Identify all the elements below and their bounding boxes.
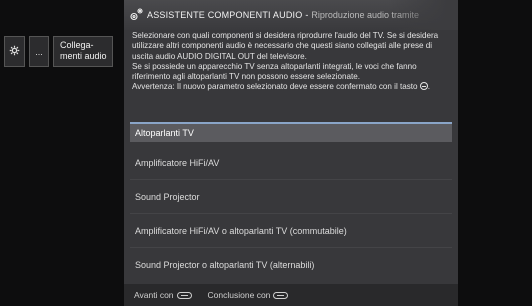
breadcrumb-label: Collega- menti audio <box>60 40 107 62</box>
footer-finish: Conclusione con <box>208 290 289 300</box>
audio-components-icon <box>128 7 144 23</box>
audio-option-list: Altoparlanti TV Amplificatore HiFi/AV So… <box>130 122 452 282</box>
option-hifi-av-amplifier[interactable]: Amplificatore HiFi/AV <box>130 146 452 180</box>
footer-next: Avanti con <box>134 290 192 300</box>
title-separator: - <box>305 10 309 20</box>
option-label: Amplificatore HiFi/AV o altoparlanti TV … <box>135 225 347 236</box>
gear-icon <box>9 43 20 61</box>
dialog-title: ASSISTENTE COMPONENTI AUDIO <box>147 10 303 20</box>
ok-key-icon <box>176 291 192 299</box>
dialog-title-bar: ASSISTENTE COMPONENTI AUDIO - Riproduzio… <box>124 0 458 30</box>
breadcrumb-audio-connections[interactable]: Collega- menti audio <box>53 36 113 67</box>
description-text: Selezionare con quali componenti si desi… <box>132 31 439 92</box>
title-fade <box>388 0 458 30</box>
option-label: Sound Projector o altoparlanti TV (alter… <box>135 260 315 270</box>
footer-next-label: Avanti con <box>134 290 174 300</box>
option-label: Sound Projector <box>135 191 200 202</box>
dialog-description: Selezionare con quali componenti si desi… <box>132 31 452 93</box>
breadcrumb-ellipsis-text: ... <box>35 46 43 57</box>
breadcrumb-label-line1: Collega- <box>60 40 94 50</box>
dialog-footer: Avanti con Conclusione con <box>124 284 458 306</box>
ok-button-icon <box>419 82 428 91</box>
audio-components-dialog: ASSISTENTE COMPONENTI AUDIO - Riproduzio… <box>124 0 458 306</box>
option-hifi-or-tv-switchable[interactable]: Amplificatore HiFi/AV o altoparlanti TV … <box>130 214 452 248</box>
option-label: Amplificatore HiFi/AV <box>135 157 220 168</box>
breadcrumb-settings[interactable] <box>4 36 25 67</box>
option-tv-speakers[interactable]: Altoparlanti TV <box>130 122 452 142</box>
end-key-icon <box>273 291 289 299</box>
breadcrumb-label-line2: menti audio <box>60 51 107 61</box>
option-sound-projector[interactable]: Sound Projector <box>130 180 452 214</box>
footer-finish-label: Conclusione con <box>207 290 271 300</box>
description-end: . <box>427 82 431 92</box>
breadcrumb-ellipsis[interactable]: ... <box>29 36 49 67</box>
option-projector-or-tv-alternating[interactable]: Sound Projector o altoparlanti TV (alter… <box>130 248 452 282</box>
option-label: Altoparlanti TV <box>135 128 194 138</box>
